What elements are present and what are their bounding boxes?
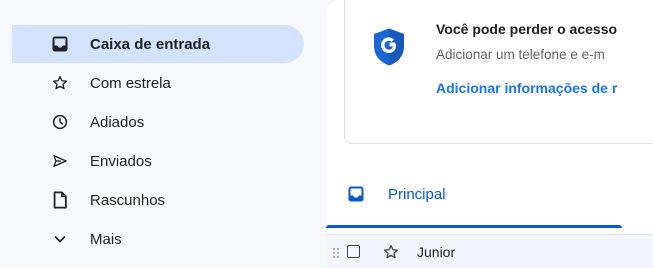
google-shield-icon	[371, 27, 407, 67]
sidebar-item-snoozed[interactable]: Adiados	[12, 103, 304, 141]
sidebar-item-sent[interactable]: Enviados	[12, 142, 304, 180]
select-checkbox[interactable]	[347, 245, 360, 258]
sidebar-item-label: Com estrela	[90, 74, 171, 92]
sidebar-item-inbox[interactable]: Caixa de entrada	[12, 25, 304, 63]
sidebar-item-drafts[interactable]: Rascunhos	[12, 181, 304, 219]
tab-principal[interactable]: Principal	[326, 166, 622, 228]
tab-label: Principal	[388, 186, 446, 203]
email-sender: Junior	[417, 244, 456, 260]
security-card-title: Você pode perder o acesso	[436, 21, 618, 37]
email-row[interactable]: Junior	[326, 234, 653, 268]
main-panel: Você pode perder o acesso Adicionar um t…	[326, 0, 653, 268]
inbox-icon	[348, 186, 366, 204]
sidebar-item-label: Mais	[90, 230, 122, 248]
security-card-link[interactable]: Adicionar informações de r	[436, 80, 617, 96]
sidebar-item-starred[interactable]: Com estrela	[12, 64, 304, 102]
sidebar-item-label: Caixa de entrada	[90, 35, 211, 53]
send-icon	[50, 151, 70, 171]
drag-handle-icon[interactable]	[332, 246, 340, 258]
security-card-subtitle: Adicionar um telefone e e-m	[436, 47, 605, 62]
star-icon	[50, 73, 70, 93]
inbox-icon	[50, 34, 70, 54]
chevron-down-icon	[50, 229, 70, 249]
sidebar-item-label: Rascunhos	[90, 191, 166, 209]
security-card: Você pode perder o acesso Adicionar um t…	[344, 0, 653, 144]
sidebar-item-label: Enviados	[90, 152, 152, 170]
sidebar: Caixa de entrada Com estrela Adiados Env…	[0, 0, 316, 268]
star-icon[interactable]	[382, 243, 400, 261]
sidebar-item-label: Adiados	[90, 113, 145, 131]
sidebar-item-more[interactable]: Mais	[12, 220, 304, 258]
tab-selected-indicator	[326, 225, 622, 228]
clock-icon	[50, 112, 70, 132]
draft-icon	[50, 190, 70, 210]
